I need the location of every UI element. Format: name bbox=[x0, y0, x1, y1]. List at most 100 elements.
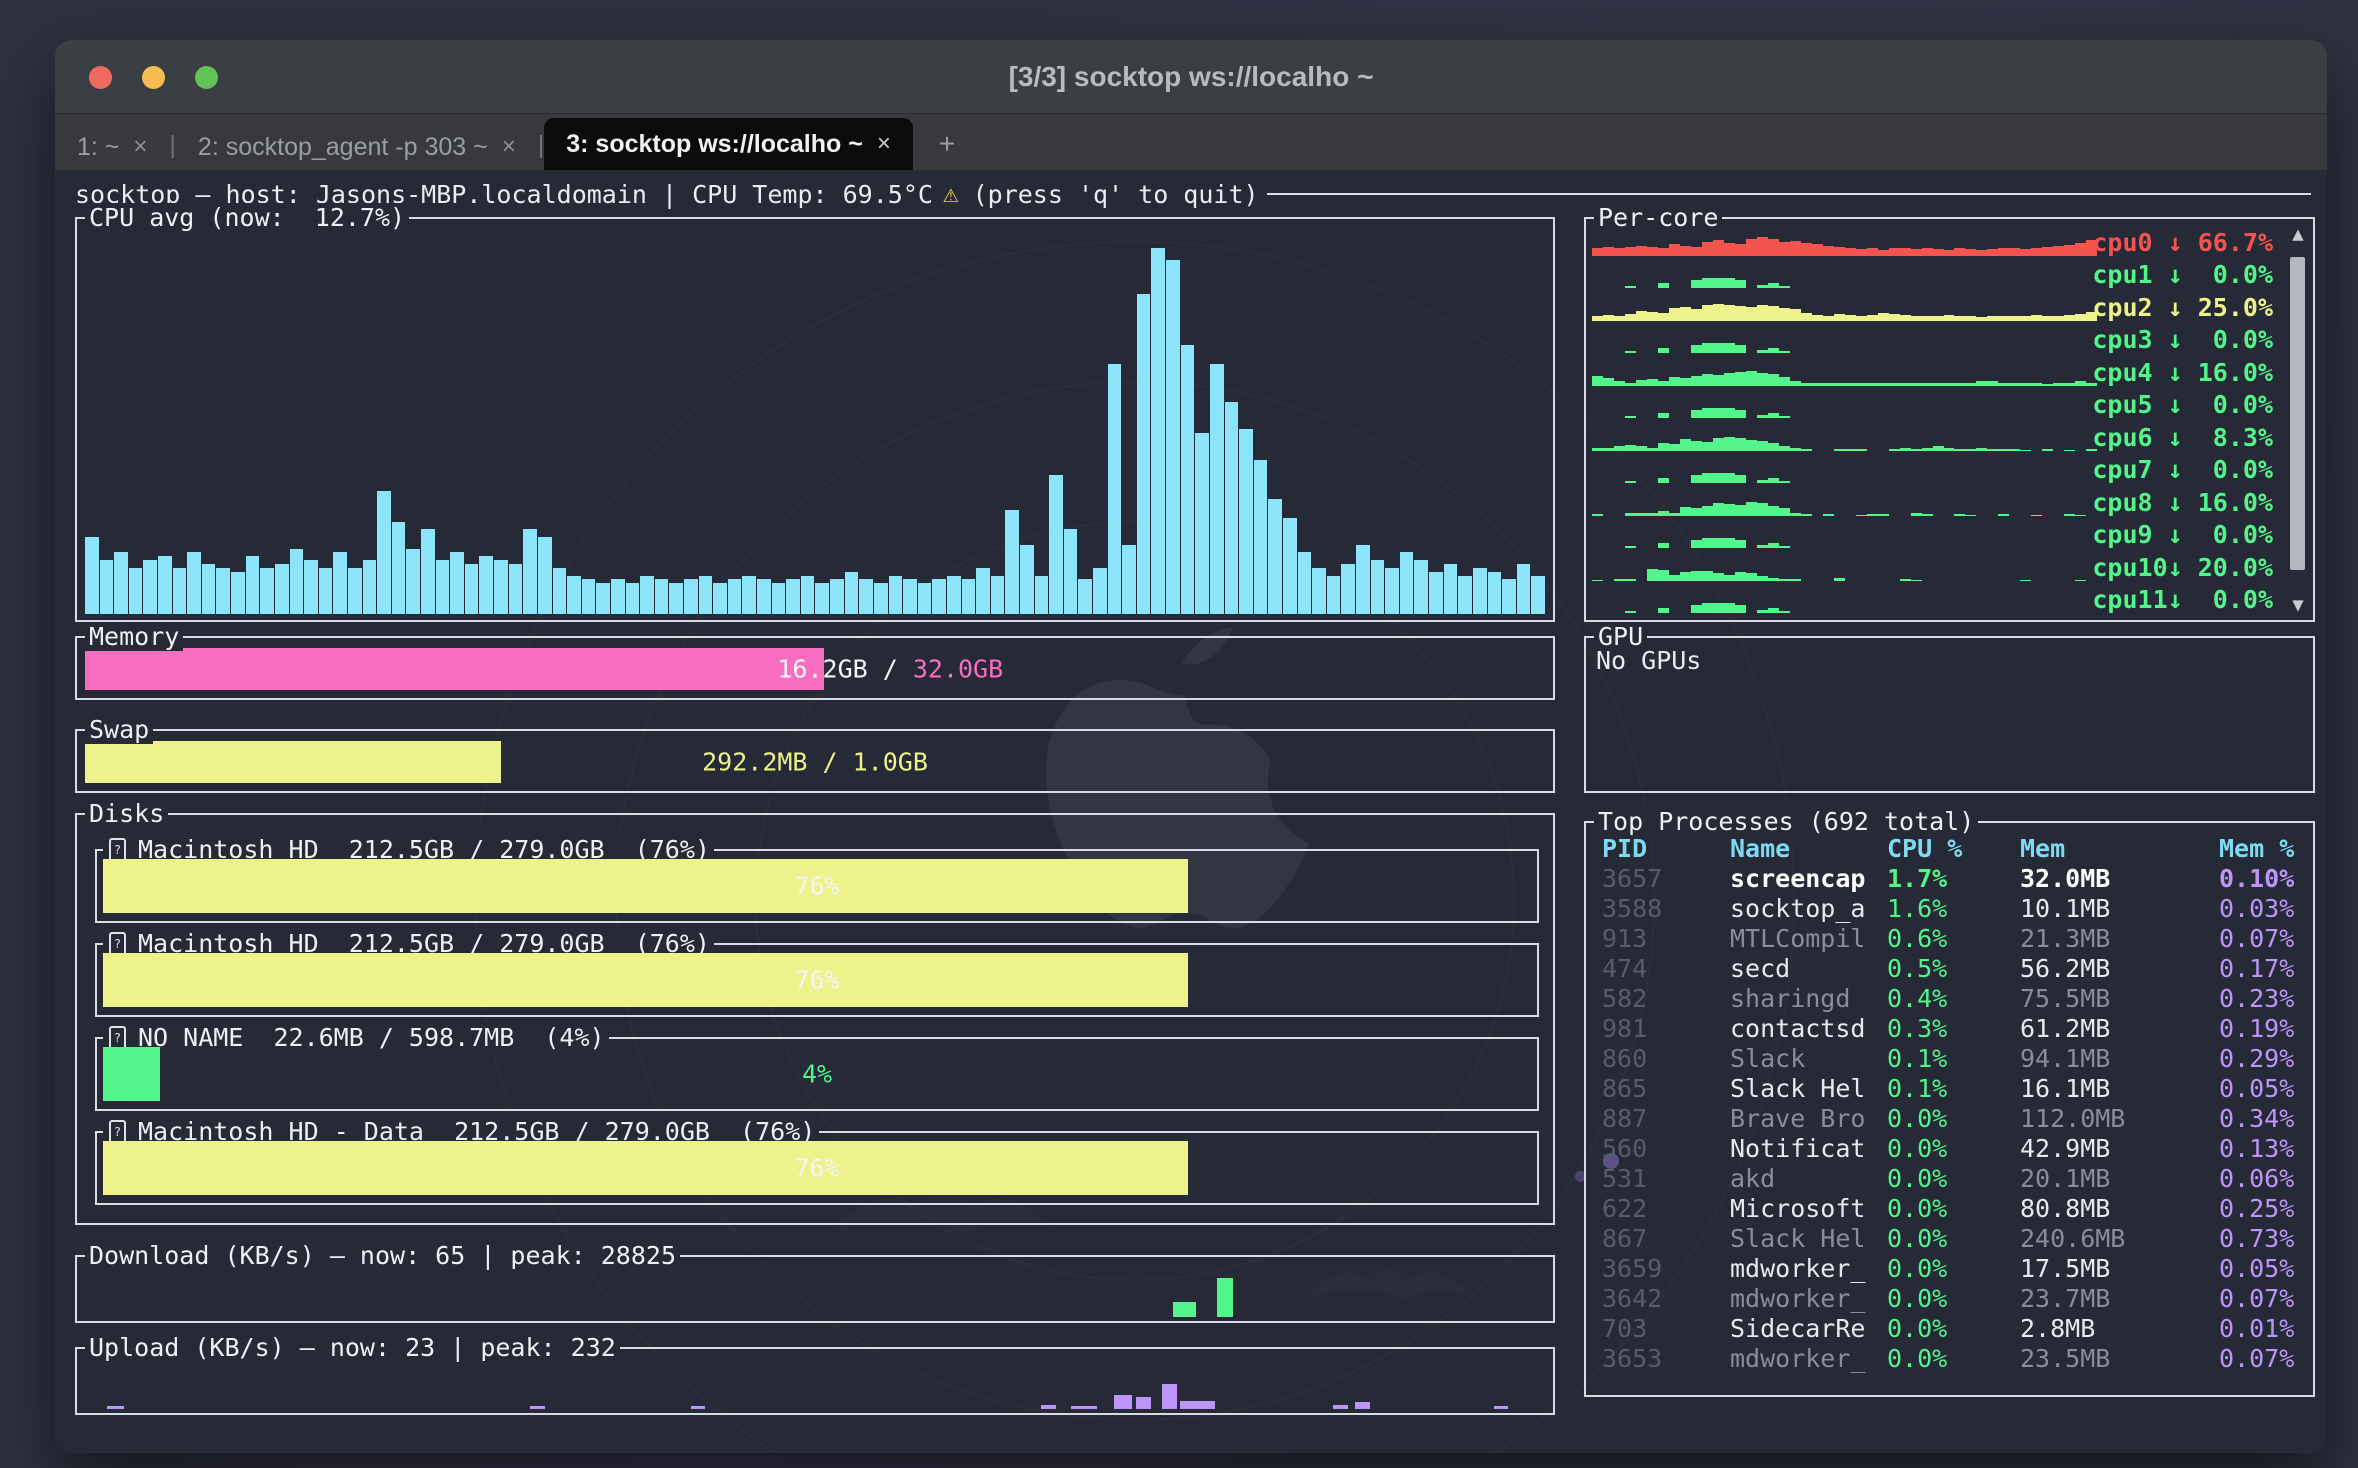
cpu-avg-bar bbox=[874, 583, 888, 614]
zoom-window-button[interactable] bbox=[195, 66, 218, 89]
cpu-avg-bar bbox=[772, 583, 786, 614]
process-cpu: 0.4% bbox=[1887, 984, 2020, 1013]
process-memp: 0.13% bbox=[2219, 1134, 2309, 1163]
process-mem: 112.0MB bbox=[2020, 1104, 2219, 1133]
process-mem: 17.5MB bbox=[2020, 1254, 2219, 1283]
process-pid: 865 bbox=[1602, 1074, 1730, 1103]
process-cpu: 0.0% bbox=[1887, 1224, 2020, 1253]
tab-1[interactable]: 1: ~ × bbox=[55, 124, 169, 170]
gpu-panel: GPU No GPUs bbox=[1584, 636, 2315, 793]
cpu-avg-bar bbox=[859, 579, 873, 614]
core-sparkline bbox=[1592, 454, 2097, 483]
memory-panel: Memory 16.2GB / 32.0GB bbox=[75, 636, 1555, 700]
core-row-cpu9: cpu9 ↓ 0.0% bbox=[1592, 519, 2273, 549]
process-row-865: 865Slack Hel0.1%16.1MB0.05% bbox=[1590, 1073, 2309, 1103]
upload-bar bbox=[107, 1406, 125, 1409]
tab-3-close-icon[interactable]: × bbox=[877, 130, 891, 158]
tab-2-close-icon[interactable]: × bbox=[502, 133, 516, 161]
disk-missing-glyph-icon: ? bbox=[109, 838, 126, 862]
core-label: cpu10↓ 20.0% bbox=[2092, 553, 2273, 582]
close-window-button[interactable] bbox=[89, 66, 112, 89]
cpu-avg-bar bbox=[626, 583, 640, 614]
disks-panel: Disks ?Macintosh HD 212.5GB / 279.0GB (7… bbox=[75, 813, 1555, 1225]
minimize-window-button[interactable] bbox=[142, 66, 165, 89]
traffic-lights bbox=[89, 66, 218, 89]
process-mem: 23.5MB bbox=[2020, 1344, 2219, 1373]
process-cpu: 0.0% bbox=[1887, 1164, 2020, 1193]
scrollbar-thumb[interactable] bbox=[2290, 257, 2305, 570]
tab-1-label: 1: ~ bbox=[77, 133, 119, 162]
cpu-avg-bar bbox=[655, 579, 669, 614]
cpu-avg-bar bbox=[1181, 345, 1195, 615]
process-mem: 2.8MB bbox=[2020, 1314, 2219, 1343]
core-label: cpu11↓ 0.0% bbox=[2092, 585, 2273, 614]
new-tab-button[interactable]: + bbox=[913, 128, 981, 170]
core-sparkline bbox=[1592, 487, 2097, 516]
cpu-avg-bar bbox=[699, 576, 713, 615]
cpu-avg-bar bbox=[1239, 429, 1253, 614]
core-sparkline bbox=[1592, 389, 2097, 418]
disk-gauge-label: 76% bbox=[103, 872, 1531, 901]
disk-gauge: 76% bbox=[103, 859, 1531, 913]
process-memp: 0.07% bbox=[2219, 1344, 2309, 1373]
cpu-avg-bar bbox=[991, 576, 1005, 615]
process-pid: 582 bbox=[1602, 984, 1730, 1013]
core-row-cpu4: cpu4 ↓ 16.0% bbox=[1592, 357, 2273, 387]
process-mem: 56.2MB bbox=[2020, 954, 2219, 983]
cpu-avg-bar bbox=[100, 560, 114, 614]
cpu-avg-bar bbox=[1327, 576, 1341, 615]
process-pid: 622 bbox=[1602, 1194, 1730, 1223]
process-pid: 981 bbox=[1602, 1014, 1730, 1043]
cpu-avg-bar bbox=[1488, 572, 1502, 614]
process-memp: 0.10% bbox=[2219, 864, 2309, 893]
swap-gauge: 292.2MB / 1.0GB bbox=[85, 741, 1545, 783]
cpu-avg-bar bbox=[1049, 475, 1063, 614]
process-name: mdworker_ bbox=[1730, 1284, 1887, 1313]
cpu-avg-bar bbox=[114, 552, 128, 614]
core-label: cpu4 ↓ 16.0% bbox=[2092, 358, 2273, 387]
cpu-avg-bar bbox=[1210, 364, 1224, 614]
core-label: cpu7 ↓ 0.0% bbox=[2092, 455, 2273, 484]
window-titlebar: [3/3] socktop ws://localho ~ bbox=[55, 40, 2327, 114]
process-memp: 0.29% bbox=[2219, 1044, 2309, 1073]
cpu-avg-bar bbox=[903, 579, 917, 614]
cpu-avg-bar bbox=[1078, 579, 1092, 614]
tab-3-active[interactable]: 3: socktop ws://localho ~× bbox=[544, 118, 913, 170]
process-cpu: 0.0% bbox=[1887, 1284, 2020, 1313]
cpu-avg-bar bbox=[319, 568, 333, 614]
col-pid: PID bbox=[1602, 834, 1730, 863]
scroll-down-icon[interactable]: ▼ bbox=[2287, 594, 2309, 616]
disks-title: Disks bbox=[85, 799, 168, 828]
cpu-avg-bar bbox=[406, 549, 420, 614]
cpu-avg-bar bbox=[1400, 552, 1414, 614]
process-cpu: 0.0% bbox=[1887, 1314, 2020, 1343]
tab-2[interactable]: 2: socktop_agent -p 303 ~× bbox=[176, 124, 538, 170]
process-mem: 16.1MB bbox=[2020, 1074, 2219, 1103]
process-mem: 10.1MB bbox=[2020, 894, 2219, 923]
per-core-scrollbar[interactable]: ▲ ▼ bbox=[2287, 223, 2309, 616]
cpu-avg-bar bbox=[333, 552, 347, 614]
process-rows: 3657screencap1.7%32.0MB0.10%3588socktop_… bbox=[1590, 863, 2309, 1373]
cpu-avg-bar bbox=[494, 560, 508, 614]
tab-1-close-icon[interactable]: × bbox=[133, 133, 147, 161]
cpu-avg-bar bbox=[976, 568, 990, 614]
process-memp: 0.05% bbox=[2219, 1254, 2309, 1283]
cpu-avg-bar bbox=[290, 549, 304, 614]
process-pid: 474 bbox=[1602, 954, 1730, 983]
cpu-avg-bar bbox=[246, 556, 260, 614]
cpu-avg-bar bbox=[1122, 545, 1136, 614]
window-title: [3/3] socktop ws://localho ~ bbox=[1009, 61, 1374, 93]
download-chart bbox=[85, 1263, 1545, 1317]
disk-missing-glyph-icon: ? bbox=[109, 932, 126, 956]
process-mem: 20.1MB bbox=[2020, 1164, 2219, 1193]
scroll-up-icon[interactable]: ▲ bbox=[2287, 223, 2309, 245]
cpu-avg-bar bbox=[684, 579, 698, 614]
process-mem: 61.2MB bbox=[2020, 1014, 2219, 1043]
cpu-avg-bar bbox=[1385, 568, 1399, 614]
memory-gauge-label: 16.2GB / 32.0GB bbox=[85, 626, 1545, 713]
process-row-3653: 3653mdworker_0.0%23.5MB0.07% bbox=[1590, 1343, 2309, 1373]
cpu-avg-bar bbox=[932, 579, 946, 614]
process-pid: 913 bbox=[1602, 924, 1730, 953]
core-sparkline bbox=[1592, 422, 2097, 451]
memory-total-value: 32.0GB bbox=[913, 655, 1003, 684]
